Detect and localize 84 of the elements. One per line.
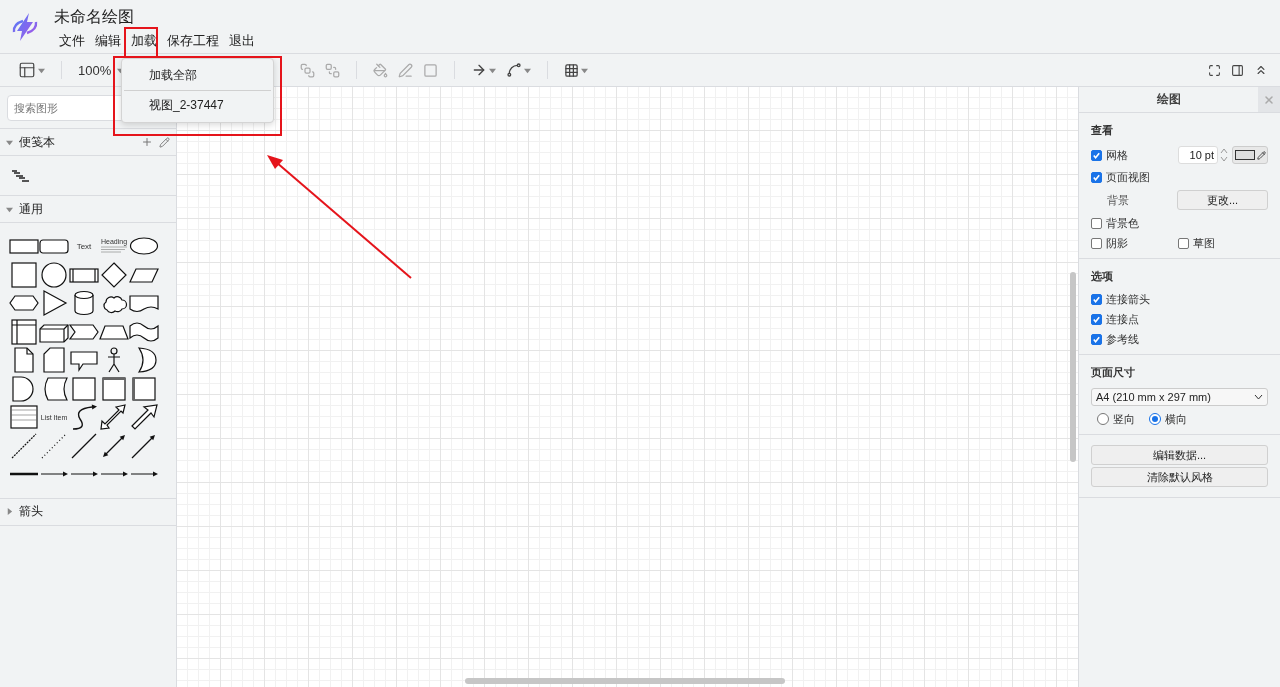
- panel-button[interactable]: 清除默认风格: [1091, 467, 1268, 487]
- list-shape[interactable]: [9, 403, 39, 432]
- grid-color-button[interactable]: [1232, 146, 1268, 164]
- option-label: 连接箭头: [1106, 291, 1150, 307]
- checkbox[interactable]: [1091, 293, 1102, 305]
- frame-shape[interactable]: [99, 374, 129, 403]
- section-title: 通用: [19, 200, 44, 218]
- table-icon: [564, 62, 580, 78]
- caret-icon: [6, 508, 13, 515]
- option-label: 背景: [1106, 192, 1129, 208]
- option-label: 草图: [1193, 235, 1215, 251]
- to-back-icon: [325, 62, 341, 78]
- checkbox[interactable]: [1091, 333, 1102, 345]
- menu-item[interactable]: 退出: [224, 30, 260, 51]
- checkbox[interactable]: [1091, 171, 1102, 183]
- page-size-select[interactable]: A4 (210 mm x 297 mm): [1091, 388, 1268, 406]
- menu-item[interactable]: 保存工程: [162, 30, 224, 51]
- caret-icon: [489, 66, 497, 74]
- checkbox[interactable]: [1091, 149, 1102, 161]
- option-label: 连接点: [1106, 311, 1139, 327]
- section-title: 页面尺寸: [1091, 365, 1136, 380]
- option-label: 网格: [1106, 147, 1128, 163]
- square-icon: [423, 62, 439, 78]
- checkbox[interactable]: [1091, 237, 1102, 249]
- menu-item[interactable]: 加载: [126, 30, 162, 51]
- option-label: 阴影: [1106, 235, 1128, 251]
- radio-button[interactable]: [1097, 413, 1109, 425]
- menu-item[interactable]: 编辑: [90, 30, 126, 51]
- panel-button[interactable]: 编辑数据...: [1091, 445, 1268, 465]
- panel-tab[interactable]: 绘图: [1079, 87, 1258, 112]
- text-shape[interactable]: Text: [76, 241, 92, 251]
- pen-icon: [398, 62, 414, 78]
- section-title: 查看: [1091, 123, 1114, 138]
- grid-size-field[interactable]: 10 pt: [1178, 146, 1218, 164]
- checkbox[interactable]: [1178, 237, 1189, 249]
- document-title: 未命名绘图: [54, 6, 135, 27]
- circle-shape[interactable]: [39, 260, 69, 289]
- fatarrow-shape[interactable]: [129, 403, 159, 432]
- section-header[interactable]: 箭头: [0, 497, 176, 526]
- diamond-shape[interactable]: [99, 260, 129, 289]
- waypoint-icon: [506, 62, 523, 78]
- chevrons-up-icon: [1254, 63, 1268, 77]
- option-label: 页面视图: [1106, 169, 1150, 185]
- radio-button[interactable]: [1149, 413, 1161, 425]
- option-label: 竖向: [1113, 411, 1135, 427]
- menu-item[interactable]: 文件: [54, 30, 90, 51]
- change-button[interactable]: 更改...: [1177, 190, 1268, 210]
- layout-icon: [18, 61, 36, 79]
- paragraph-lines-icon: [100, 246, 127, 255]
- section-header[interactable]: 通用: [0, 195, 176, 223]
- edit-icon[interactable]: [159, 136, 170, 148]
- sideframe-shape[interactable]: [129, 374, 159, 403]
- option-label: 横向: [1165, 411, 1187, 427]
- plain-shape[interactable]: [69, 374, 99, 403]
- option-label: 背景色: [1106, 215, 1139, 231]
- checkbox[interactable]: [1091, 313, 1102, 325]
- fullscreen-icon: [1208, 63, 1221, 77]
- square-shape[interactable]: [9, 260, 39, 289]
- caret-icon: [6, 138, 13, 146]
- option-label: 参考线: [1106, 331, 1139, 347]
- add-icon[interactable]: [141, 136, 153, 148]
- line-shape[interactable]: [69, 431, 99, 460]
- section-title: 便笺本: [19, 133, 56, 151]
- horizontal-scrollbar[interactable]: [465, 678, 785, 684]
- caret-icon: [38, 66, 45, 74]
- color-swatch-icon: [1234, 150, 1255, 160]
- vertical-scrollbar[interactable]: [1070, 272, 1076, 462]
- section-header[interactable]: 便笺本: [0, 128, 176, 156]
- logo-icon: [10, 11, 40, 42]
- panel-icon: [1231, 63, 1244, 77]
- to-front-icon: [300, 62, 316, 78]
- checkbox[interactable]: [1091, 217, 1102, 229]
- section-title: 箭头: [19, 503, 44, 520]
- scratchpad-icon: [12, 170, 30, 182]
- chevron-down-icon: [1254, 394, 1263, 400]
- paint-bucket-icon: [373, 62, 389, 78]
- menu-option[interactable]: 加载全部: [122, 62, 273, 89]
- fatdouble-shape[interactable]: [99, 403, 129, 432]
- caret-icon: [524, 66, 532, 74]
- section-title: 选项: [1091, 269, 1114, 284]
- internal-shape[interactable]: [9, 317, 39, 346]
- close-icon: [1263, 93, 1275, 106]
- caret-icon: [581, 66, 589, 74]
- caret-icon: [6, 205, 13, 213]
